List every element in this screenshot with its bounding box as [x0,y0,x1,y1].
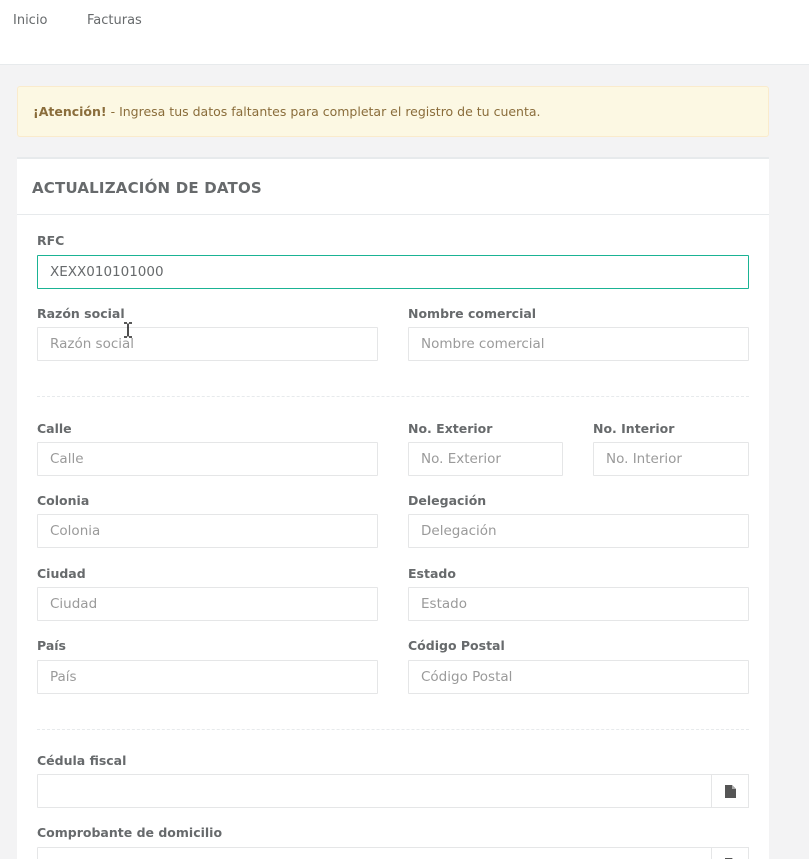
nombre-comercial-input[interactable] [408,327,749,361]
calle-label: Calle [37,421,72,436]
codigo-postal-label: Código Postal [408,638,505,653]
pais-input[interactable] [37,660,378,694]
cedula-fiscal-label: Cédula fiscal [37,753,127,768]
cedula-fiscal-input[interactable] [37,774,712,808]
panel-heading: ACTUALIZACIÓN DE DATOS [32,179,262,197]
divider [37,729,749,730]
no-interior-input[interactable] [593,442,749,476]
pais-label: País [37,638,66,653]
file-icon [724,784,736,798]
codigo-postal-input[interactable] [408,660,749,694]
comprobante-domicilio-upload-button[interactable] [711,847,749,859]
delegacion-label: Delegación [408,493,487,508]
ciudad-input[interactable] [37,587,378,621]
colonia-label: Colonia [37,493,90,508]
nombre-comercial-label: Nombre comercial [408,306,537,321]
rfc-input[interactable] [37,255,749,289]
calle-input[interactable] [37,442,378,476]
no-interior-label: No. Interior [593,421,675,436]
no-exterior-label: No. Exterior [408,421,493,436]
razon-social-label: Razón social [37,306,125,321]
alert-message: - Ingresa tus datos faltantes para compl… [106,104,541,119]
colonia-input[interactable] [37,514,378,548]
divider [37,396,749,397]
rfc-label: RFC [37,233,65,248]
top-navbar: Inicio Facturas [0,0,809,65]
razon-social-input[interactable] [37,327,378,361]
panel-title: ACTUALIZACIÓN DE DATOS [17,159,769,215]
alert-strong: ¡Atención! [33,104,107,119]
warning-alert: ¡Atención! - Ingresa tus datos faltantes… [17,86,769,137]
no-exterior-input[interactable] [408,442,563,476]
ciudad-label: Ciudad [37,566,86,581]
nav-link-inicio[interactable]: Inicio [13,13,47,28]
update-data-panel: ACTUALIZACIÓN DE DATOS RFC Razón social … [17,157,769,859]
cedula-fiscal-upload-button[interactable] [711,774,749,808]
delegacion-input[interactable] [408,514,749,548]
nav-link-facturas[interactable]: Facturas [87,13,142,28]
comprobante-domicilio-input[interactable] [37,847,712,859]
estado-input[interactable] [408,587,749,621]
estado-label: Estado [408,566,456,581]
comprobante-domicilio-label: Comprobante de domicilio [37,825,223,840]
text-cursor-icon [124,322,132,338]
